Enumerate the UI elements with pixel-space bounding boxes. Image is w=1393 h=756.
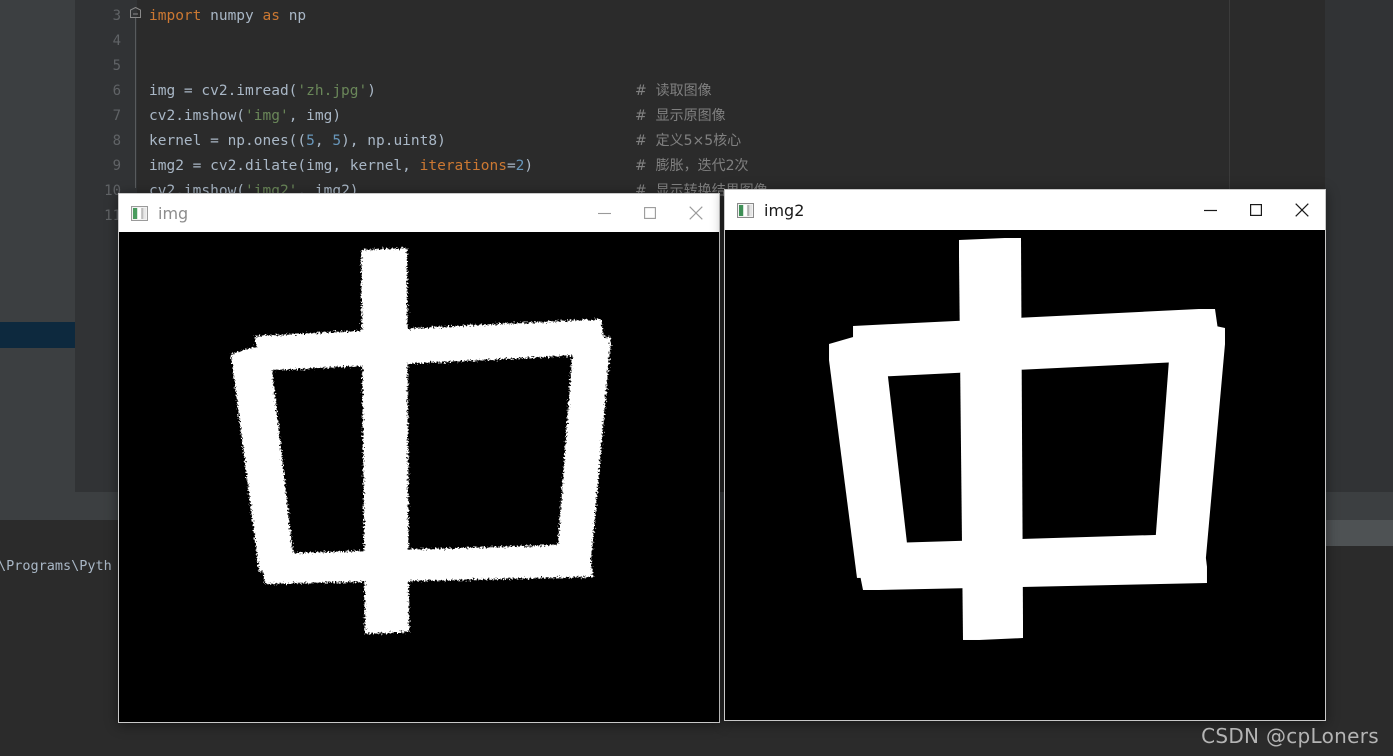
code-line-text: import numpy as np <box>149 4 306 29</box>
code-token-kw: as <box>262 8 280 24</box>
code-token-pln: img = cv2.imread( <box>149 83 298 99</box>
minimize-button-img[interactable] <box>581 194 627 232</box>
character-zhong-original <box>119 232 719 722</box>
code-token-num: 5 <box>306 133 315 149</box>
code-token-pln: ) <box>524 158 534 174</box>
maximize-button-img[interactable] <box>627 194 673 232</box>
code-fold-marker-icon[interactable] <box>130 7 141 18</box>
code-line[interactable]: cv2.imshow('img', img) # 显示原图像 <box>149 104 1393 129</box>
code-line[interactable]: kernel = np.ones((5, 5), np.uint8) # 定义5×… <box>149 129 1393 154</box>
code-token-pln: = <box>506 158 516 174</box>
project-tool-panel[interactable] <box>0 0 134 520</box>
window-controls-img2 <box>1187 190 1325 230</box>
code-line-text: cv2.imshow('img', img) <box>149 104 341 129</box>
code-token-pln: cv2.imshow( <box>149 108 246 124</box>
line-number: 6 <box>112 83 121 99</box>
code-token-str: 'zh.jpg' <box>297 83 368 99</box>
code-token-pln: ) <box>367 83 376 99</box>
image-canvas-img <box>119 232 719 722</box>
opencv-window-img[interactable]: img <box>118 193 720 723</box>
code-line[interactable] <box>149 29 1393 54</box>
code-fold-guide-line <box>135 18 136 188</box>
close-button-img[interactable] <box>673 194 719 232</box>
code-line[interactable]: import numpy as np <box>149 4 1393 29</box>
code-line[interactable]: img2 = cv2.dilate(img, kernel, iteration… <box>149 154 1393 179</box>
code-token-num: 5 <box>332 133 342 149</box>
code-token-pln: kernel = np.ones(( <box>149 133 307 149</box>
line-number: 4 <box>112 33 121 49</box>
opencv-window-img2[interactable]: img2 <box>724 189 1326 721</box>
line-number: 8 <box>112 133 121 149</box>
line-number: 7 <box>112 108 121 124</box>
code-line-text: img2 = cv2.dilate(img, kernel, iteration… <box>149 154 533 179</box>
window-controls-img <box>581 194 719 232</box>
project-panel-scrollbar[interactable] <box>62 0 134 520</box>
line-number: 3 <box>112 8 121 24</box>
console-output-line: \Programs\Pyth <box>0 558 112 574</box>
window-title-img2: img2 <box>764 200 805 220</box>
code-token-pln: img2 = cv2.dilate(img, kernel, <box>149 158 420 174</box>
window-titlebar-img[interactable]: img <box>119 194 719 232</box>
code-token-pln: ), np.uint8) <box>341 133 446 149</box>
editor-right-strip <box>1325 0 1393 492</box>
code-token-str: 'img' <box>245 108 289 124</box>
code-line[interactable]: img = cv2.imread('zh.jpg') # 读取图像 <box>149 79 1393 104</box>
window-title-img: img <box>158 203 189 223</box>
image-canvas-img2 <box>725 230 1325 720</box>
opencv-image-icon <box>737 202 754 218</box>
close-button-img2[interactable] <box>1279 190 1325 230</box>
code-comment: # 定义5×5核心 <box>635 133 742 149</box>
minimize-button-img2[interactable] <box>1187 190 1233 230</box>
line-number: 9 <box>112 158 121 174</box>
line-number: 5 <box>112 58 121 74</box>
character-zhong-dilated <box>725 230 1325 720</box>
code-comment: # 膨胀，迭代2次 <box>635 158 749 174</box>
window-titlebar-img2[interactable]: img2 <box>725 190 1325 230</box>
code-token-arg: iterations <box>419 158 507 174</box>
code-token-pln: , img) <box>288 108 342 124</box>
code-token-kw: import <box>149 8 202 24</box>
code-comment: # 显示原图像 <box>635 108 726 124</box>
csdn-watermark: CSDN @cpLoners <box>1201 724 1379 748</box>
maximize-button-img2[interactable] <box>1233 190 1279 230</box>
code-line[interactable] <box>149 54 1393 79</box>
code-token-pln: np <box>279 8 307 24</box>
code-token-pln: numpy <box>201 8 263 24</box>
code-token-pln: , <box>314 133 333 149</box>
code-line-text: img = cv2.imread('zh.jpg') <box>149 79 376 104</box>
opencv-image-icon <box>131 205 148 221</box>
code-comment: # 读取图像 <box>635 83 712 99</box>
code-line-text: kernel = np.ones((5, 5), np.uint8) <box>149 129 446 154</box>
